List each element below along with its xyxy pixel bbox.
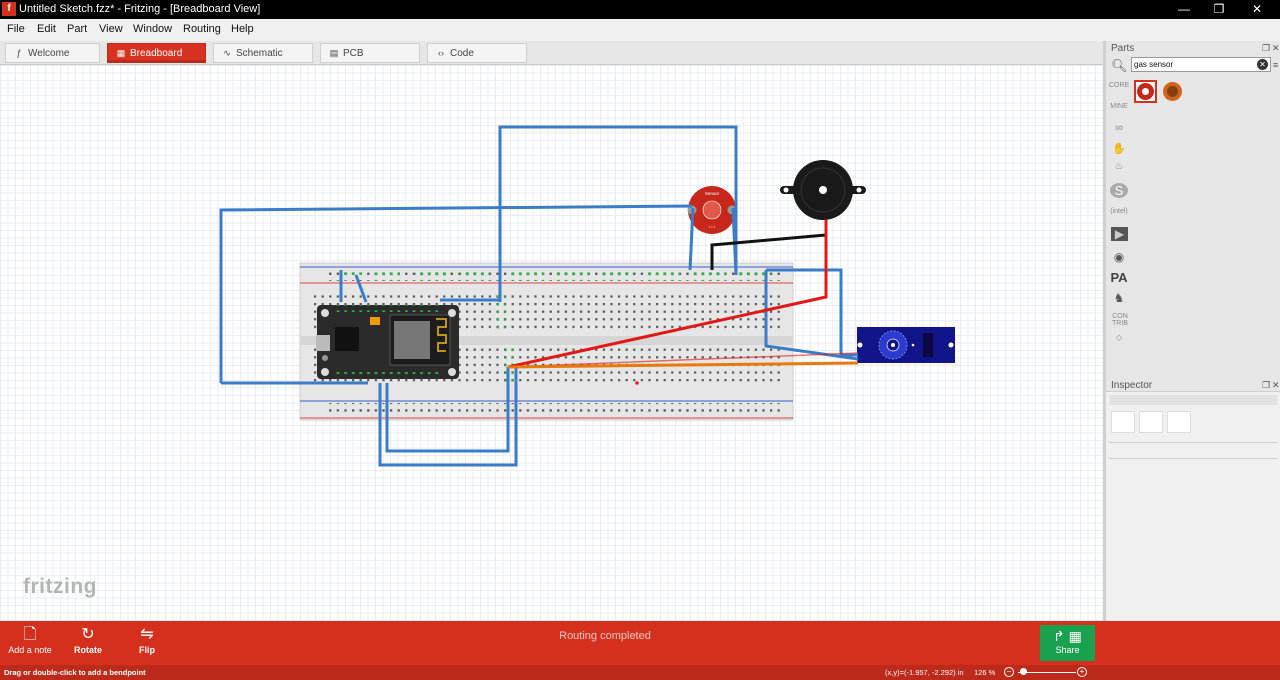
bin-pa[interactable]: PA: [1109, 270, 1129, 285]
tab-pcb[interactable]: ▤ PCB: [320, 43, 420, 63]
inspector-header: [1109, 395, 1277, 405]
arduino-icon[interactable]: ∞: [1109, 122, 1129, 134]
tab-code[interactable]: ‹› Code: [427, 43, 527, 63]
divider: [1109, 442, 1277, 443]
menu-file[interactable]: File: [7, 23, 25, 35]
title-bar: f Untitled Sketch.fzz* - Fritzing - [Bre…: [0, 0, 1280, 19]
fritzing-app-icon: f: [2, 2, 16, 16]
status-message: Drag or double-click to add a bendpoint: [4, 668, 146, 677]
bin-mine[interactable]: MINE: [1109, 103, 1129, 110]
fritzing-f-icon: ƒ: [16, 48, 22, 58]
routing-status: Routing completed: [559, 630, 651, 642]
servo-motor[interactable]: [857, 327, 955, 363]
window-title: Untitled Sketch.fzz* - Fritzing - [Bread…: [19, 3, 261, 15]
inspector-panel: Inspector ❐ ✕: [1106, 380, 1280, 621]
zoom-out-icon[interactable]: −: [1004, 667, 1014, 677]
add-note-label: Add a note: [8, 645, 52, 655]
hand-icon[interactable]: ✋: [1109, 142, 1129, 155]
menu-edit[interactable]: Edit: [37, 23, 56, 35]
menu-window[interactable]: Window: [133, 23, 172, 35]
tab-label: Schematic: [236, 48, 283, 59]
inspector-title: Inspector: [1111, 380, 1153, 391]
rotate-button[interactable]: ↻ Rotate: [58, 625, 118, 663]
cursor-coordinates: (x,y)=(-1.957, -2.292) in: [885, 668, 964, 677]
toolbar-right-area: [1103, 621, 1280, 665]
dot-icon[interactable]: ◉: [1109, 250, 1129, 264]
inspector-view-breadboard: [1111, 411, 1135, 433]
flip-button[interactable]: ⇋ Flip: [117, 625, 177, 663]
add-note-button[interactable]: 🗋︎ Add a note: [0, 625, 60, 663]
inspector-view-schematic: [1139, 411, 1163, 433]
bottom-toolbar: 🗋︎ Add a note ↻ Rotate ⇋ Flip Routing co…: [0, 621, 1103, 665]
play-icon[interactable]: ▶: [1111, 227, 1128, 241]
close-icon[interactable]: ✕: [1238, 0, 1276, 19]
animal-icon[interactable]: ♞: [1109, 291, 1129, 305]
picaxe-icon[interactable]: ◇: [1109, 333, 1129, 342]
flip-icon: ⇋: [140, 626, 154, 643]
clear-search-icon[interactable]: ✕: [1257, 59, 1268, 70]
tab-breadboard[interactable]: ▦ Breadboard: [107, 43, 206, 63]
code-brackets-icon: ‹›: [438, 48, 444, 58]
minimize-icon[interactable]: —: [1165, 0, 1203, 19]
menu-bar: File Edit Part View Window Routing Help: [0, 19, 1280, 41]
menu-view[interactable]: View: [99, 23, 123, 35]
svg-text:Sensor: Sensor: [705, 191, 720, 196]
intel-icon[interactable]: (intel): [1109, 208, 1129, 215]
search-icon[interactable]: 🔍︎: [1111, 58, 1128, 74]
note-icon: 🗋︎: [23, 626, 37, 643]
breadboard-icon: ▦: [116, 48, 126, 58]
buzzer[interactable]: [780, 160, 866, 220]
close-panel-icon[interactable]: ✕: [1272, 43, 1280, 54]
resistor-icon: ∿: [223, 48, 231, 58]
bin-contrib[interactable]: CON TRIB: [1109, 313, 1131, 327]
undock-icon[interactable]: ❐: [1262, 380, 1270, 391]
zoom-level: 126 %: [974, 668, 996, 677]
tab-label: PCB: [343, 48, 364, 59]
rotate-icon: ↻: [81, 626, 95, 643]
gas-sensor-red-icon[interactable]: [1134, 80, 1157, 103]
menu-routing[interactable]: Routing: [183, 23, 221, 35]
inspector-view-pcb: [1167, 411, 1191, 433]
share-button[interactable]: ↱ ▦ Share: [1040, 625, 1095, 661]
tab-label: Code: [450, 48, 474, 59]
close-panel-icon[interactable]: ✕: [1272, 380, 1280, 391]
divider: [1109, 458, 1277, 459]
zoom-in-icon[interactable]: +: [1077, 667, 1087, 677]
gas-sensor-orange-icon[interactable]: [1161, 80, 1184, 103]
tab-welcome[interactable]: ƒ Welcome: [5, 43, 100, 63]
menu-part[interactable]: Part: [67, 23, 87, 35]
pcb-icon: ▤: [329, 48, 339, 58]
bin-core[interactable]: CORE: [1109, 82, 1129, 89]
share-label: Share: [1055, 645, 1080, 655]
parts-search-input[interactable]: gas sensor: [1131, 57, 1271, 72]
gas-sensor[interactable]: Sensor • • •: [687, 186, 737, 234]
restore-icon[interactable]: ❐: [1200, 0, 1238, 19]
parts-panel-title: Parts: [1111, 43, 1135, 54]
flip-label: Flip: [139, 645, 155, 655]
rotate-label: Rotate: [73, 645, 102, 655]
circuit-drawing: Sensor • • •: [219, 125, 955, 467]
undock-icon[interactable]: ❐: [1262, 43, 1270, 54]
fritzing-logo: fritzing: [23, 575, 97, 598]
seeed-icon[interactable]: ♨: [1109, 161, 1129, 172]
breadboard-canvas[interactable]: Sensor • • • fritzing: [0, 65, 1103, 621]
tab-label: Breadboard: [130, 48, 183, 59]
sparkfun-icon[interactable]: S: [1110, 183, 1128, 198]
search-menu-icon[interactable]: ≡: [1273, 60, 1278, 70]
tab-label: Welcome: [28, 48, 70, 59]
nodemcu-board[interactable]: [316, 305, 459, 379]
menu-help[interactable]: Help: [231, 23, 254, 35]
status-bar: Drag or double-click to add a bendpoint …: [0, 665, 1280, 680]
share-icon: ↱ ▦: [1053, 628, 1082, 644]
tab-schematic[interactable]: ∿ Schematic: [213, 43, 313, 63]
right-panel: Parts ❐ ✕ 🔍︎ gas sensor ✕ ≡ CORE MINE ∞ …: [1103, 41, 1280, 621]
svg-text:• • •: • • •: [709, 224, 716, 229]
zoom-slider-thumb[interactable]: [1020, 668, 1027, 675]
view-tabs: ƒ Welcome ▦ Breadboard ∿ Schematic ▤ PCB ‹› C…: [0, 41, 1103, 65]
